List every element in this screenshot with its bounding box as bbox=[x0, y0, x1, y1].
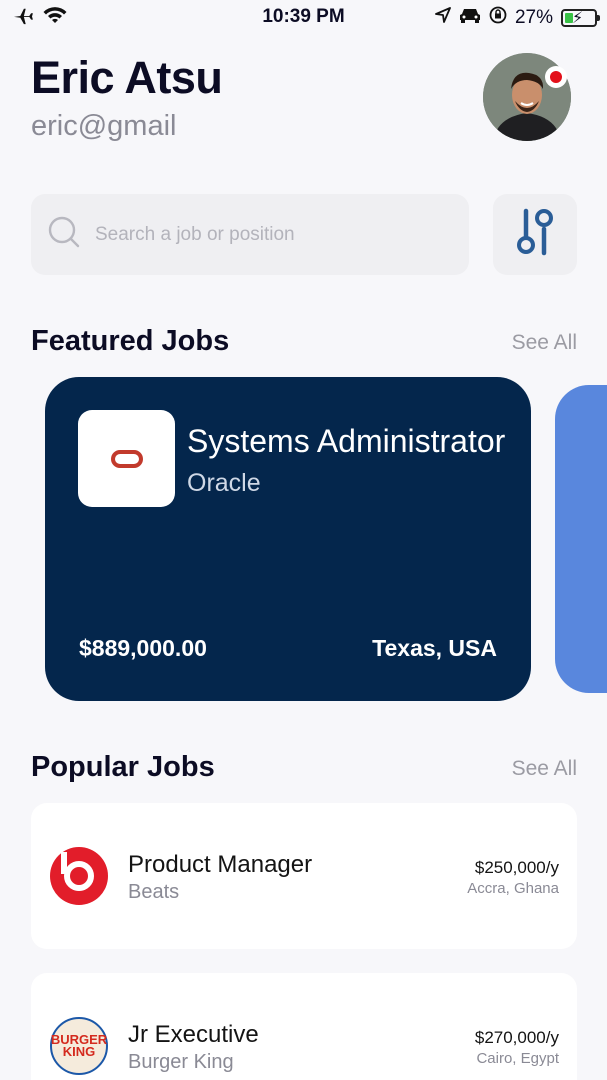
job-salary: $270,000/y bbox=[474, 1028, 559, 1047]
featured-job-card[interactable]: Systems Administrator Oracle $889,000.00… bbox=[45, 377, 531, 701]
user-name: Eric Atsu bbox=[31, 52, 223, 103]
list-item[interactable]: BURGER KING Jr Executive Burger King $27… bbox=[31, 973, 577, 1080]
featured-job-company: Oracle bbox=[187, 469, 261, 497]
job-title: Product Manager bbox=[128, 851, 313, 878]
burger-king-logo-text: BURGER KING bbox=[50, 1032, 108, 1059]
featured-jobs-title: Featured Jobs bbox=[31, 325, 230, 357]
job-company: Beats bbox=[128, 881, 180, 903]
popular-see-all-link[interactable]: See All bbox=[512, 757, 577, 781]
next-featured-card[interactable] bbox=[555, 385, 607, 693]
job-app-home-screen: 10:39 PM 27% ⚡ Eric Atsu eric@gmail Sear… bbox=[0, 0, 607, 1080]
car-icon bbox=[459, 7, 481, 29]
orientation-lock-icon bbox=[489, 6, 507, 30]
battery-charging-icon: ⚡ bbox=[561, 9, 600, 27]
job-location: Accra, Ghana bbox=[467, 880, 559, 897]
notification-dot bbox=[545, 66, 567, 88]
burger-king-logo-icon: BURGER KING bbox=[50, 1017, 108, 1075]
list-item[interactable]: Product Manager Beats $250,000/y Accra, … bbox=[31, 803, 577, 949]
user-email: eric@gmail bbox=[31, 110, 177, 142]
job-location: Cairo, Egypt bbox=[476, 1050, 559, 1067]
status-right-icons: 27% ⚡ bbox=[435, 6, 600, 30]
featured-job-salary: $889,000.00 bbox=[79, 635, 207, 661]
search-placeholder: Search a job or position bbox=[95, 223, 295, 245]
filter-button[interactable] bbox=[493, 194, 577, 275]
featured-job-title: Systems Administrator bbox=[187, 423, 506, 459]
beats-logo-icon bbox=[50, 847, 108, 905]
oracle-logo-icon bbox=[110, 449, 143, 468]
status-bar: 10:39 PM 27% ⚡ bbox=[0, 0, 607, 34]
battery-percent: 27% bbox=[514, 7, 553, 28]
filter-sliders-icon bbox=[515, 207, 555, 262]
search-icon bbox=[47, 215, 81, 254]
job-company: Burger King bbox=[128, 1051, 234, 1073]
location-arrow-icon bbox=[435, 7, 451, 29]
featured-job-location: Texas, USA bbox=[372, 635, 497, 661]
job-title: Jr Executive bbox=[128, 1021, 259, 1048]
popular-jobs-title: Popular Jobs bbox=[31, 751, 215, 783]
search-input[interactable]: Search a job or position bbox=[31, 194, 469, 275]
featured-see-all-link[interactable]: See All bbox=[512, 331, 577, 355]
job-salary: $250,000/y bbox=[474, 858, 559, 877]
company-logo bbox=[78, 410, 175, 507]
